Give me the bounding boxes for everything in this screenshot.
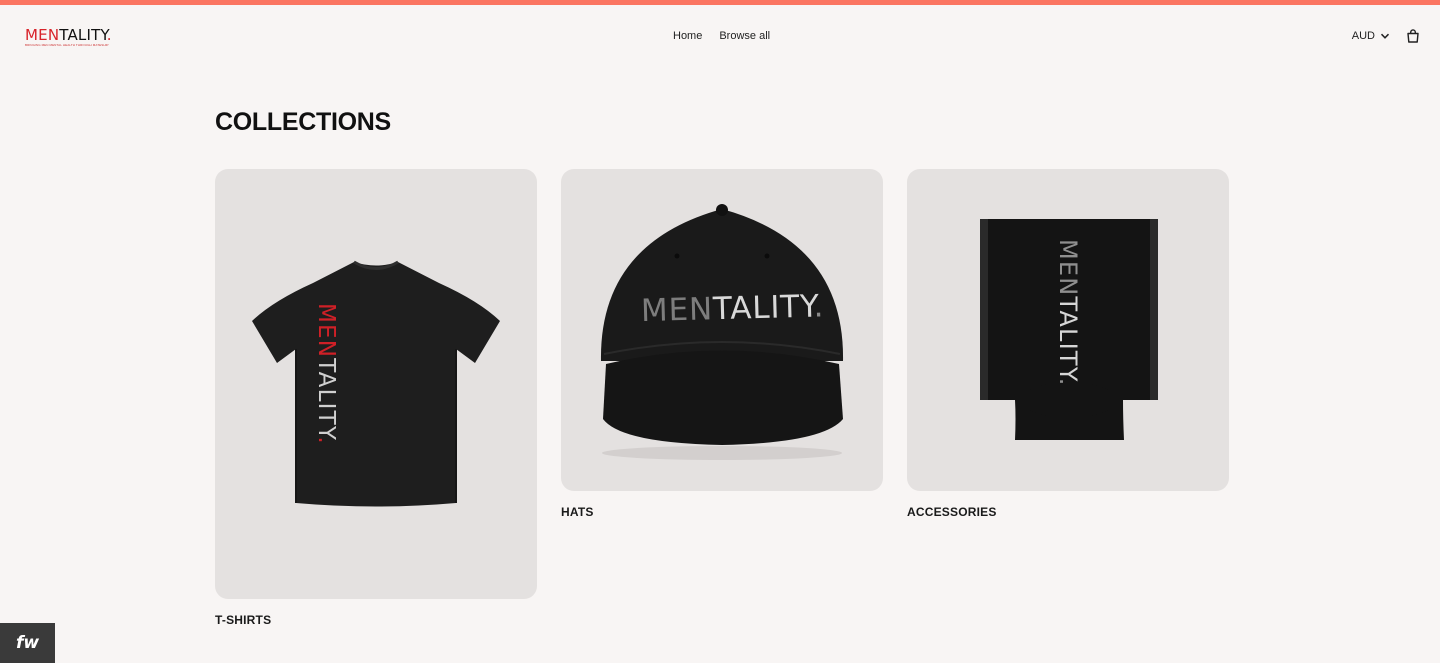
collection-image-accessories[interactable]: MENTALITY. <box>907 169 1229 491</box>
currency-selector[interactable]: AUD <box>1352 30 1390 42</box>
site-header: MENTALITY. BRINGING MEN MENTAL HEALTH TH… <box>0 5 1440 67</box>
hat-print: MENTALITY. <box>641 288 825 329</box>
collection-card-hats: MENTALITY. HATS <box>561 169 883 524</box>
logo-tagline: BRINGING MEN MENTAL HEALTH THROUGH MATES… <box>25 43 109 47</box>
logo-men: MEN <box>25 26 60 44</box>
currency-label: AUD <box>1351 30 1375 42</box>
collection-card-tshirts: MENTALITY. T-SHIRTS <box>215 169 537 629</box>
t-shirt-image: MENTALITY. <box>252 260 500 507</box>
main-nav: Home Browse all <box>673 30 770 42</box>
stubby-holder-image: MENTALITY. <box>980 219 1158 440</box>
collection-card-accessories: MENTALITY. ACCESSORIES <box>907 169 1229 524</box>
collection-label-hats[interactable]: HATS <box>561 505 594 519</box>
brand-logo[interactable]: MENTALITY. BRINGING MEN MENTAL HEALTH TH… <box>25 27 112 49</box>
collection-image-tshirts[interactable]: MENTALITY. <box>215 169 537 599</box>
logo-dot: . <box>106 26 112 44</box>
collection-label-accessories[interactable]: ACCESSORIES <box>907 505 997 519</box>
header-tools: AUD <box>1352 29 1420 43</box>
page-title: COLLECTIONS <box>215 108 391 136</box>
accessory-print: MENTALITY. <box>1054 239 1082 387</box>
chevron-down-icon <box>1380 33 1390 39</box>
fw-badge[interactable]: fw <box>0 623 55 663</box>
nav-home[interactable]: Home <box>673 30 702 42</box>
logo-rest: TALITY <box>59 26 107 44</box>
collection-label-tshirts[interactable]: T-SHIRTS <box>215 613 271 627</box>
shopping-bag-icon[interactable] <box>1406 29 1420 43</box>
tshirt-print: MENTALITY. <box>313 303 339 445</box>
hat-image: MENTALITY. <box>600 204 844 460</box>
nav-browse-all[interactable]: Browse all <box>719 30 770 42</box>
collection-image-hats[interactable]: MENTALITY. <box>561 169 883 491</box>
